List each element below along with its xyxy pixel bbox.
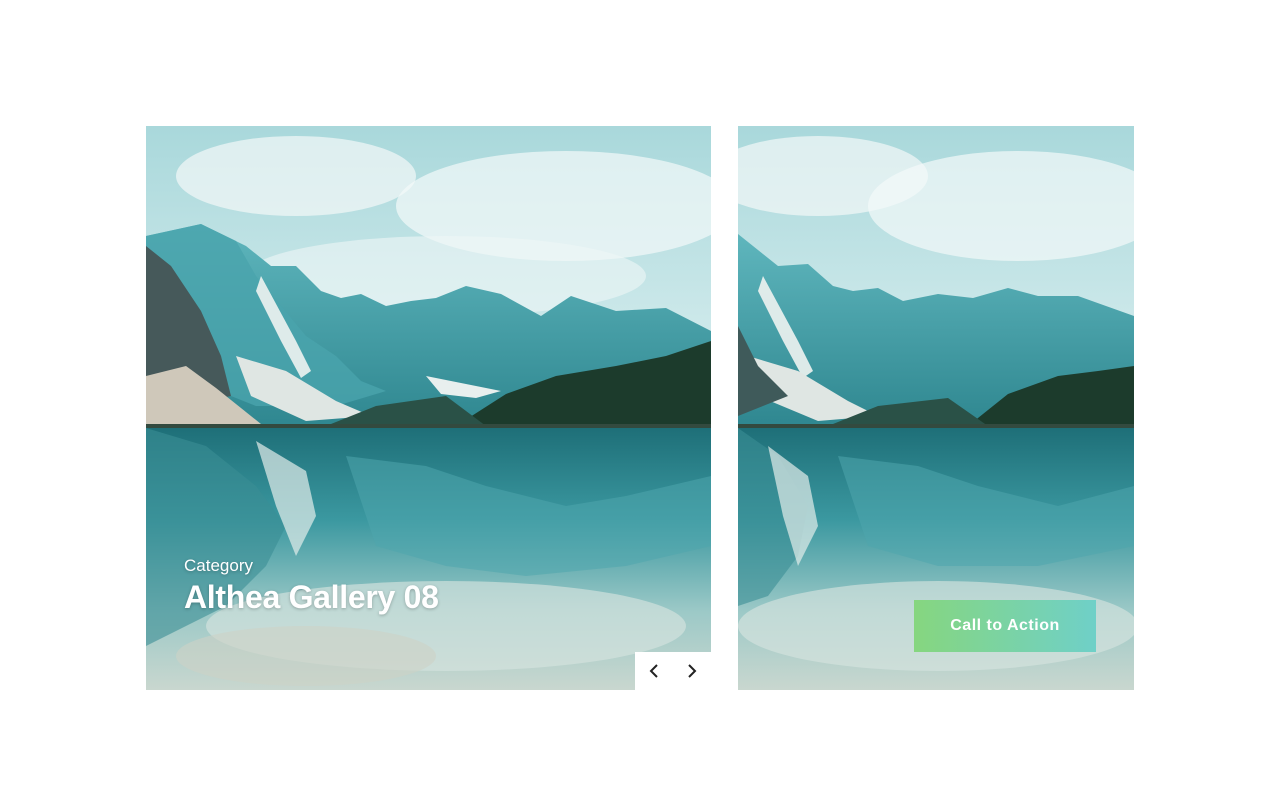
chevron-right-icon (688, 664, 697, 678)
call-to-action-button[interactable]: Call to Action (914, 600, 1096, 652)
chevron-left-icon (649, 664, 658, 678)
slide-category: Category (184, 556, 253, 575)
slide-title: Althea Gallery 08 (184, 579, 439, 615)
slide-caption: Category Althea Gallery 08 (184, 556, 439, 618)
gallery-slide-secondary: Call to Action (738, 126, 1134, 690)
slide-navigation (635, 652, 711, 690)
next-slide-button[interactable] (673, 652, 711, 690)
gallery-slide-main: Category Althea Gallery 08 (146, 126, 711, 690)
prev-slide-button[interactable] (635, 652, 673, 690)
